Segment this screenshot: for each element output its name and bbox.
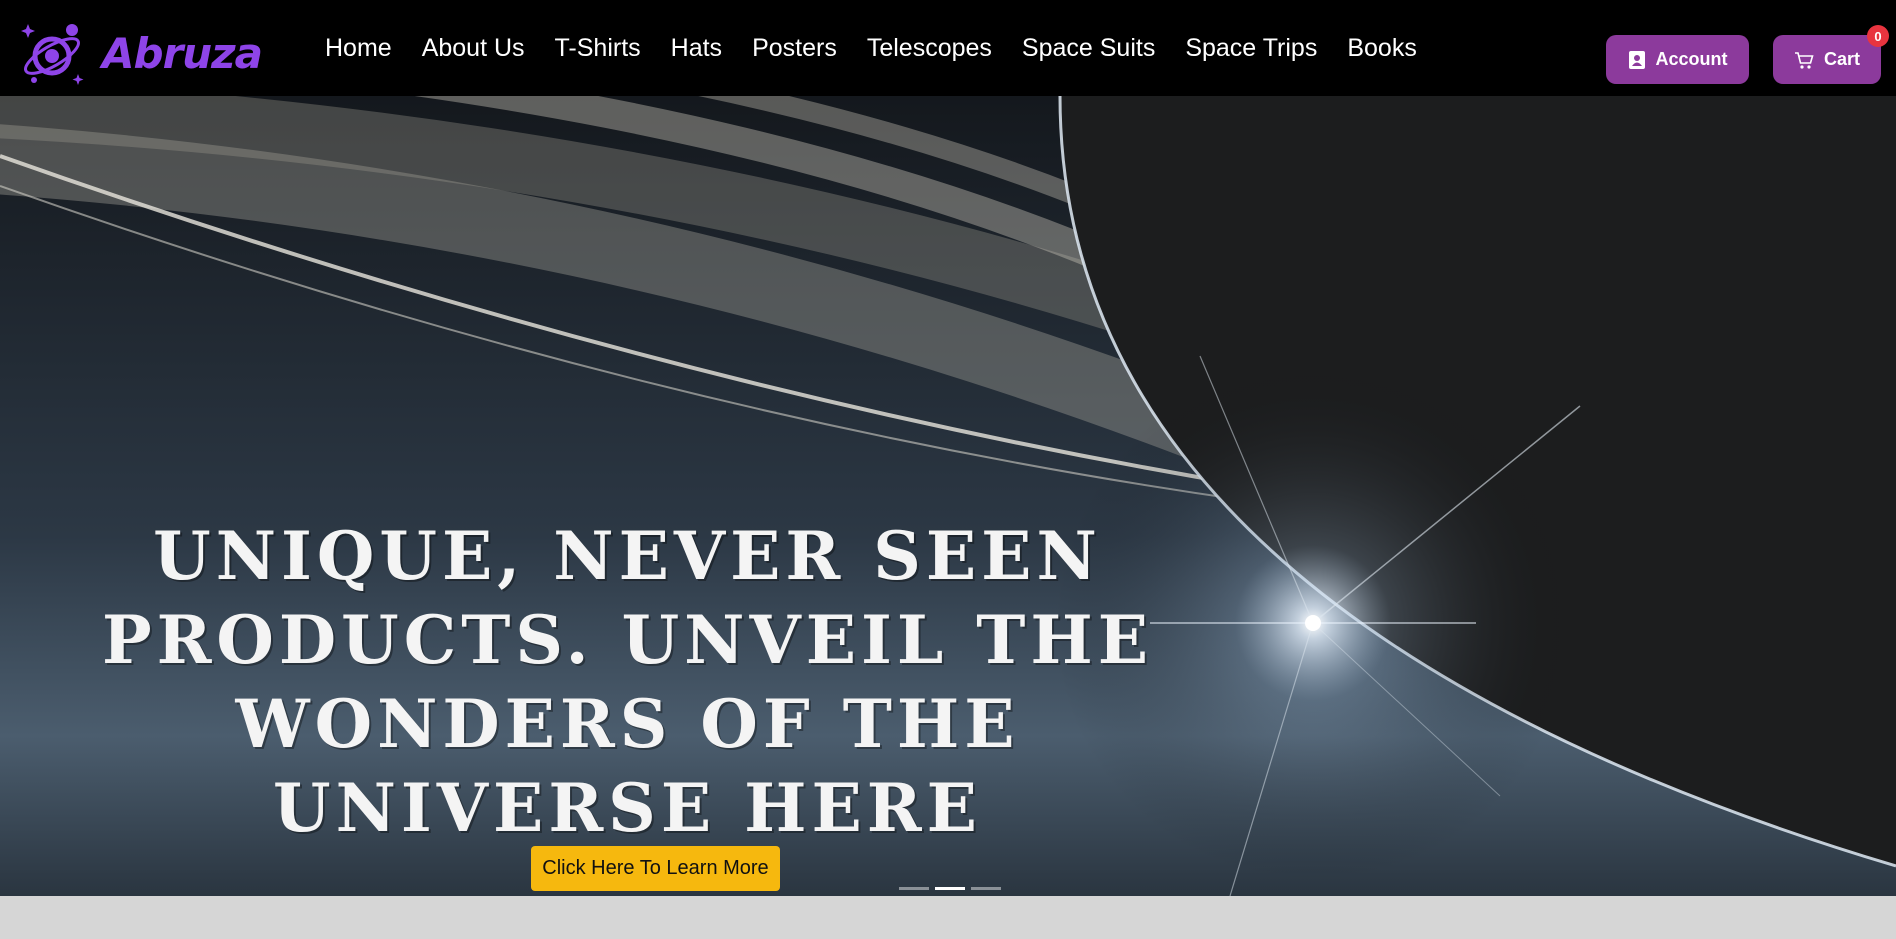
page-content-strip — [0, 896, 1896, 939]
nav-posters[interactable]: Posters — [752, 34, 837, 63]
brand-logo[interactable]: Abruza — [20, 18, 265, 88]
hero-slider: Unique, never seen products. Unveil the … — [0, 96, 1896, 896]
account-label: Account — [1655, 49, 1728, 69]
nav-space-trips[interactable]: Space Trips — [1185, 34, 1317, 63]
main-nav: Home About Us T-Shirts Hats Posters Tele… — [325, 34, 1447, 63]
cart-label: Cart — [1823, 49, 1860, 69]
hero-headline: Unique, never seen products. Unveil the … — [101, 517, 1154, 847]
planet-logo-icon — [21, 24, 84, 85]
nav-t-shirts[interactable]: T-Shirts — [555, 34, 641, 63]
nav-hats[interactable]: Hats — [671, 34, 722, 63]
cart-count-badge: 0 — [1867, 25, 1889, 47]
learn-more-button[interactable]: Click Here To Learn More — [531, 846, 780, 891]
slide-indicator-3[interactable] — [971, 887, 1001, 890]
slider-indicators — [899, 887, 1001, 890]
nav-about-us[interactable]: About Us — [422, 34, 525, 63]
shopping-cart-icon — [1794, 51, 1814, 69]
nav-books[interactable]: Books — [1347, 34, 1416, 63]
cart-button[interactable]: Cart 0 — [1773, 25, 1889, 84]
account-button[interactable]: Account — [1606, 35, 1749, 84]
brand-name: Abruza — [102, 28, 263, 78]
slide-indicator-2[interactable] — [935, 887, 965, 890]
contact-card-icon — [1628, 50, 1645, 69]
nav-home[interactable]: Home — [325, 34, 392, 63]
slide-indicator-1[interactable] — [899, 887, 929, 890]
nav-space-suits[interactable]: Space Suits — [1022, 34, 1155, 63]
site-header: Abruza Home About Us T-Shirts Hats Poste… — [0, 0, 1896, 96]
nav-telescopes[interactable]: Telescopes — [867, 34, 992, 63]
